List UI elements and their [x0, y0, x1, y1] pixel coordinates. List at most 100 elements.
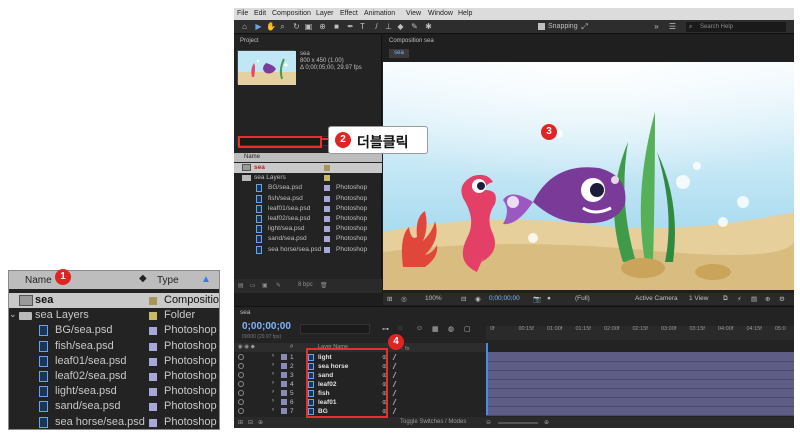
zoom-tool-icon[interactable]: ⌕ — [278, 22, 287, 31]
view-options-icon[interactable]: ⧉ — [723, 295, 728, 303]
mask-visibility-icon[interactable]: ◎ — [401, 295, 407, 303]
workspace-menu-icon[interactable]: ☰ — [668, 22, 677, 31]
project-row[interactable]: sand/sea.psd Photoshop — [9, 399, 219, 414]
timeline-tab[interactable]: sea — [240, 309, 250, 316]
label-swatch[interactable] — [324, 246, 330, 253]
type-tool-icon[interactable]: T — [358, 22, 367, 31]
label-swatch[interactable] — [149, 403, 157, 412]
project-panel-row[interactable]: BG/sea.psd Photoshop — [234, 183, 382, 193]
selection-tool-icon[interactable]: ▶ — [254, 22, 263, 31]
label-swatch[interactable] — [149, 357, 157, 366]
frame-blending-icon[interactable]: ▦ — [432, 325, 439, 333]
quality-switch-icon[interactable] — [392, 408, 401, 414]
snap-option-icon[interactable]: ⤢ — [580, 22, 589, 31]
label-swatch[interactable] — [324, 185, 330, 192]
chevron-right-icon[interactable]: › — [272, 353, 274, 359]
menu-item-window[interactable]: Window — [428, 10, 453, 17]
shy-icon[interactable]: ☺ — [416, 325, 423, 332]
new-folder-icon[interactable]: ▭ — [250, 282, 256, 289]
menu-item-effect[interactable]: Effect — [340, 10, 358, 17]
chevron-right-icon[interactable]: › — [272, 362, 274, 368]
sort-arrow-icon[interactable]: ▲ — [201, 274, 211, 285]
trash-icon[interactable]: 🗑 — [320, 282, 328, 289]
zoom-select[interactable]: 100% — [425, 295, 442, 302]
label-swatch[interactable] — [324, 226, 330, 233]
layer-duration-bars[interactable] — [486, 352, 794, 416]
adjust-icon[interactable]: ✎ — [276, 282, 281, 289]
quality-switch-icon[interactable] — [392, 399, 401, 405]
eye-visibility-icon[interactable] — [238, 408, 244, 414]
project-panel-row[interactable]: fish/sea.psd Photoshop — [234, 194, 382, 204]
label-swatch[interactable] — [149, 373, 157, 381]
project-row[interactable]: leaf02/sea.psd Photoshop — [9, 369, 219, 384]
clone-stamp-icon[interactable]: ⊥ — [384, 22, 393, 31]
eraser-tool-icon[interactable]: ◆ — [396, 22, 405, 31]
expand-workspace-icon[interactable]: » — [652, 22, 661, 31]
eye-visibility-icon[interactable] — [238, 381, 244, 387]
layer-switches-icon[interactable]: ⊞ — [238, 419, 243, 426]
menu-item-composition[interactable]: Composition — [272, 10, 311, 17]
quality-switch-icon[interactable] — [392, 390, 401, 396]
name-column-header[interactable]: Name — [25, 275, 52, 286]
label-swatch[interactable] — [149, 312, 157, 321]
in-out-icon[interactable]: ⊕ — [258, 419, 263, 426]
interpret-footage-icon[interactable]: ▤ — [238, 282, 244, 289]
puppet-tool-icon[interactable]: ✱ — [424, 22, 433, 31]
eye-visibility-icon[interactable] — [238, 354, 244, 360]
eye-visibility-icon[interactable] — [238, 372, 244, 378]
label-color-swatch[interactable] — [281, 390, 287, 396]
views-select[interactable]: 1 View — [689, 295, 708, 302]
timeline-timecode[interactable]: 0;00;00;00 — [242, 321, 291, 332]
draft-3d-icon[interactable]: ◌ — [398, 325, 402, 332]
project-row[interactable]: sea Compositio — [9, 293, 219, 308]
label-color-swatch[interactable] — [281, 372, 287, 378]
flowchart-icon[interactable]: ⊕ — [765, 295, 770, 303]
hand-tool-icon[interactable]: ✋ — [266, 22, 276, 31]
composition-viewer[interactable] — [383, 62, 794, 290]
menu-item-layer[interactable]: Layer — [316, 10, 334, 17]
menu-item-animation[interactable]: Animation — [364, 10, 395, 17]
project-panel-row[interactable]: sea — [234, 163, 382, 173]
shape-tool-icon[interactable]: ■ — [332, 22, 341, 31]
project-panel-row[interactable]: sand/sea.psd Photoshop — [234, 234, 382, 244]
chevron-right-icon[interactable]: › — [272, 398, 274, 404]
label-swatch[interactable] — [324, 205, 330, 212]
snapping-checkbox[interactable] — [538, 23, 545, 30]
menu-item-file[interactable]: File — [237, 10, 248, 17]
label-color-swatch[interactable] — [281, 363, 287, 369]
project-panel-title[interactable]: Project — [240, 38, 259, 44]
project-row[interactable]: ⌄ sea Layers Folder — [9, 308, 219, 323]
quality-switch-icon[interactable] — [392, 372, 401, 378]
search-help-input[interactable]: ⌕ Search Help — [686, 22, 786, 32]
project-row[interactable]: fish/sea.psd Photoshop — [9, 339, 219, 354]
timeline-toggle-icon[interactable]: ▤ — [751, 295, 757, 303]
zoom-in-icon[interactable]: ⊕ — [544, 419, 549, 426]
eye-visibility-icon[interactable] — [238, 390, 244, 396]
snapshot-icon[interactable]: ◉ — [475, 295, 481, 303]
project-row[interactable]: sea horse/sea.psd Photoshop — [9, 415, 219, 429]
comp-flowchart-icon[interactable]: ⊶ — [382, 325, 389, 333]
comp-timecode[interactable]: 0;00;00;00 — [489, 295, 520, 302]
region-of-interest-icon[interactable]: ⊞ — [387, 295, 392, 303]
camera-select[interactable]: Active Camera — [635, 295, 678, 302]
rotate-tool-icon[interactable]: ↻ — [292, 22, 301, 31]
composition-tab[interactable]: sea — [389, 49, 409, 58]
menu-item-view[interactable]: View — [406, 10, 421, 17]
camera-tool-icon[interactable]: ▣ — [304, 22, 313, 31]
label-swatch[interactable] — [149, 327, 157, 336]
label-swatch[interactable] — [324, 175, 330, 182]
project-row[interactable]: BG/sea.psd Photoshop — [9, 323, 219, 338]
chevron-right-icon[interactable]: › — [272, 389, 274, 395]
resolution-select[interactable]: (Full) — [575, 295, 590, 302]
project-name-header[interactable]: Name — [244, 154, 260, 160]
label-swatch[interactable] — [149, 342, 157, 351]
label-swatch[interactable] — [149, 418, 157, 427]
quality-switch-icon[interactable] — [392, 354, 401, 360]
menu-item-edit[interactable]: Edit — [254, 10, 266, 17]
project-row[interactable]: light/sea.psd Photoshop — [9, 384, 219, 399]
chevron-right-icon[interactable]: › — [272, 407, 274, 413]
label-swatch[interactable] — [324, 236, 330, 243]
label-color-swatch[interactable] — [281, 381, 287, 387]
camera-snapshot-icon[interactable]: 📷 — [533, 295, 541, 303]
new-comp-icon[interactable]: ▣ — [262, 282, 268, 289]
